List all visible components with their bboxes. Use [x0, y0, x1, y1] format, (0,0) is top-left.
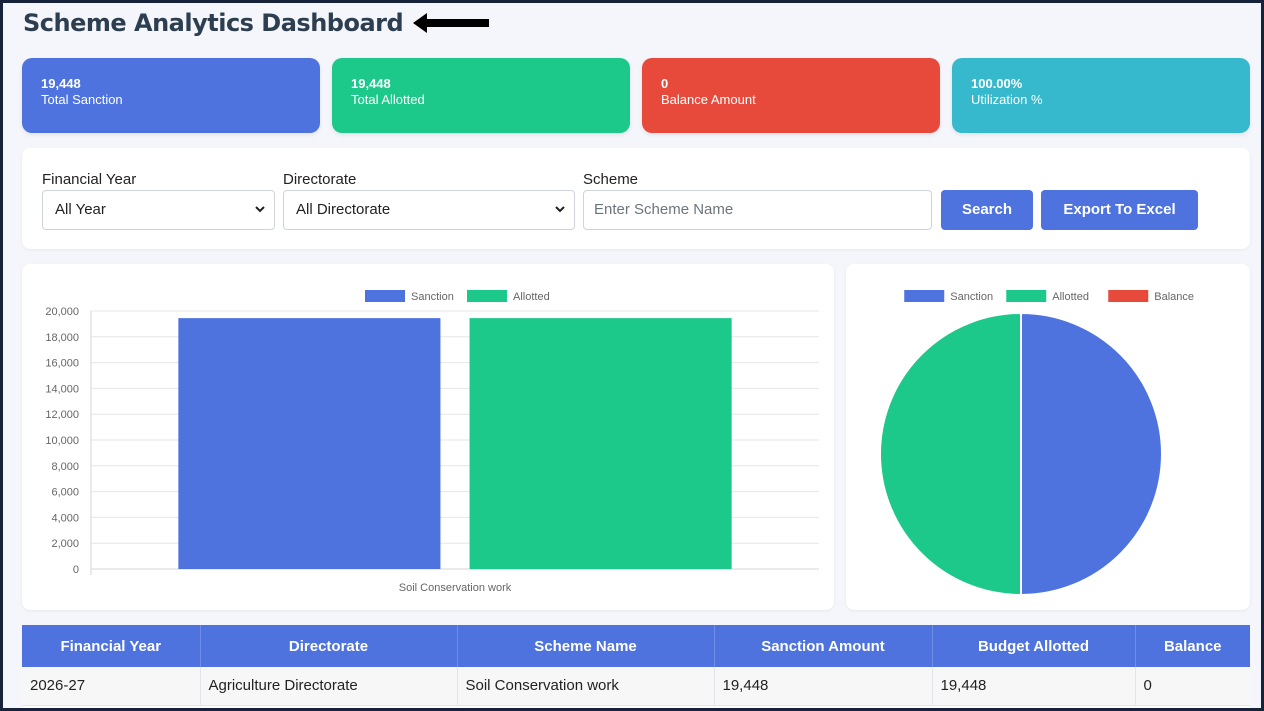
- cell-balance: 0: [1135, 667, 1250, 706]
- directorate-label: Directorate: [283, 171, 357, 188]
- pie-chart-panel: Sanction Allotted Balance: [846, 264, 1250, 610]
- legend-swatch-allotted: [1006, 290, 1047, 302]
- y-tick-label: 8,000: [51, 461, 79, 473]
- scheme-label: Scheme: [583, 171, 639, 188]
- col-financial-year[interactable]: Financial Year: [22, 625, 201, 667]
- table-header-row: Financial Year Directorate Scheme Name S…: [22, 625, 1250, 667]
- bar-sanction: [178, 318, 441, 569]
- cell-directorate: Agriculture Directorate: [200, 667, 458, 706]
- y-tick-label: 0: [73, 564, 79, 576]
- balance-amount-card: 0 Balance Amount: [642, 58, 940, 133]
- card-label: Total Allotted: [351, 92, 425, 107]
- cell-budget-allotted: 19,448: [932, 667, 1136, 706]
- card-label: Balance Amount: [661, 92, 756, 107]
- export-to-excel-button[interactable]: Export To Excel: [1041, 190, 1198, 230]
- cell-scheme-name: Soil Conservation work: [457, 667, 715, 706]
- y-tick-label: 14,000: [45, 383, 79, 395]
- arrow-left-icon: [413, 13, 490, 33]
- bar-allotted: [469, 318, 732, 569]
- filter-panel: Financial Year All Year Directorate All …: [22, 148, 1250, 249]
- financial-year-select[interactable]: All Year: [42, 190, 275, 230]
- legend-swatch-sanction: [365, 290, 405, 302]
- directorate-select[interactable]: All Directorate: [283, 190, 575, 230]
- page-header: Scheme Analytics Dashboard: [23, 9, 490, 37]
- directorate-value: All Directorate: [296, 201, 391, 218]
- col-directorate[interactable]: Directorate: [200, 625, 458, 667]
- dashboard-screen: Scheme Analytics Dashboard 19,448 Total …: [3, 3, 1261, 708]
- legend-label: Allotted: [1052, 291, 1089, 303]
- scheme-table: Financial Year Directorate Scheme Name S…: [22, 625, 1250, 708]
- legend-label: Allotted: [513, 291, 550, 303]
- financial-year-label: Financial Year: [42, 171, 137, 188]
- pie-slice-sanction: [1020, 311, 1163, 597]
- bar-chart: 20,000 18,000 16,000 14,000 12,000 10,000 8,00…: [45, 290, 819, 594]
- y-tick-label: 20,000: [45, 306, 79, 318]
- total-sanction-card: 19,448 Total Sanction: [22, 58, 320, 133]
- card-label: Total Sanction: [41, 92, 123, 107]
- pie-slice-allotted: [879, 311, 1022, 597]
- bar-chart-panel: 20,000 18,000 16,000 14,000 12,000 10,000 8,00…: [22, 264, 834, 610]
- total-allotted-card: 19,448 Total Allotted: [332, 58, 630, 133]
- card-label: Utilization %: [971, 92, 1043, 107]
- col-sanction-amount[interactable]: Sanction Amount: [714, 625, 933, 667]
- legend-swatch-allotted: [467, 290, 507, 302]
- chevron-down-icon: [555, 206, 565, 213]
- chevron-down-icon: [255, 206, 265, 213]
- legend-label: Sanction: [950, 291, 993, 303]
- legend-swatch-sanction: [904, 290, 945, 302]
- y-tick-label: 6,000: [51, 487, 79, 499]
- y-tick-label: 18,000: [45, 332, 79, 344]
- card-value: 0: [661, 76, 669, 91]
- card-value: 19,448: [351, 76, 391, 91]
- summary-cards: 19,448 Total Sanction 19,448 Total Allot…: [22, 58, 1250, 133]
- legend-swatch-balance: [1108, 290, 1149, 302]
- col-scheme-name[interactable]: Scheme Name: [457, 625, 715, 667]
- scheme-placeholder: Enter Scheme Name: [594, 201, 734, 218]
- utilization-card: 100.00% Utilization %: [952, 58, 1250, 133]
- y-tick-label: 12,000: [45, 409, 79, 421]
- x-tick-label: Soil Conservation work: [399, 582, 512, 594]
- y-tick-label: 4,000: [51, 512, 79, 524]
- table-row: 2026-27 Agriculture Directorate Soil Con…: [22, 667, 1250, 706]
- financial-year-value: All Year: [55, 201, 106, 218]
- legend-label: Sanction: [411, 291, 454, 303]
- scheme-name-input[interactable]: Enter Scheme Name: [583, 190, 932, 230]
- card-value: 19,448: [41, 76, 81, 91]
- pie-chart: Sanction Allotted Balance: [879, 290, 1194, 597]
- legend-label: Balance: [1154, 291, 1194, 303]
- col-balance[interactable]: Balance: [1135, 625, 1250, 667]
- cell-sanction-amount: 19,448: [714, 667, 933, 706]
- card-value: 100.00%: [971, 76, 1023, 91]
- y-tick-label: 10,000: [45, 435, 79, 447]
- search-button[interactable]: Search: [941, 190, 1033, 230]
- cell-financial-year: 2026-27: [22, 667, 201, 706]
- y-tick-label: 16,000: [45, 358, 79, 370]
- page-title: Scheme Analytics Dashboard: [23, 9, 404, 37]
- col-budget-allotted[interactable]: Budget Allotted: [932, 625, 1136, 667]
- y-tick-label: 2,000: [51, 538, 79, 550]
